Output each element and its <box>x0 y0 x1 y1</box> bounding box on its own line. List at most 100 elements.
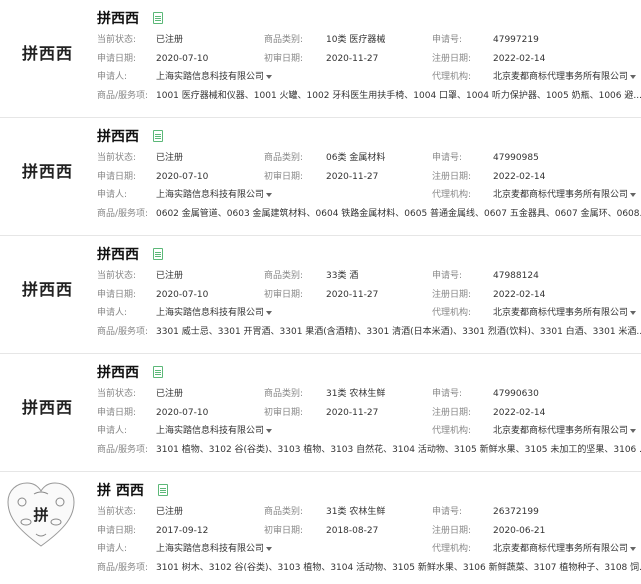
agency-label: 代理机构: <box>432 308 472 318</box>
heart-logo-icon: 拼 <box>7 482 75 547</box>
trademark-logo: 拼西西 <box>22 44 74 63</box>
applicant-value: 上海实踏信息科技有限公司 <box>156 426 265 436</box>
services-label: 商品/服务项: <box>97 91 149 101</box>
applicant-dropdown[interactable]: 上海实踏信息科技有限公司 <box>156 422 273 440</box>
agency-dropdown[interactable]: 北京麦都商标代理事务所有限公司 <box>493 540 637 558</box>
caret-down-icon <box>266 310 273 315</box>
caret-down-icon <box>630 546 637 551</box>
document-icon[interactable] <box>153 366 163 378</box>
status-value: 已注册 <box>156 507 184 517</box>
caret-down-icon <box>630 192 637 197</box>
heart-logo-text: 拼 <box>33 506 48 524</box>
prelim-date-label: 初审日期: <box>264 290 304 300</box>
agency-dropdown[interactable]: 北京麦都商标代理事务所有限公司 <box>493 304 637 322</box>
agency-value: 北京麦都商标代理事务所有限公司 <box>493 72 629 82</box>
reg-no-label: 申请号: <box>432 271 463 281</box>
reg-no-value: 47990985 <box>493 153 539 163</box>
applicant-value: 上海实踏信息科技有限公司 <box>156 308 265 318</box>
title-row: 拼西西 <box>97 362 163 382</box>
trademark-card[interactable]: 拼 拼 西西 当前状态: 已注册 商品类别: 31类 农林生鲜 申请号: 263… <box>0 472 641 584</box>
reg-date-value: 2022-02-14 <box>493 408 546 418</box>
caret-down-icon <box>266 546 273 551</box>
applicant-value: 上海实踏信息科技有限公司 <box>156 72 265 82</box>
apply-date-value: 2020-07-10 <box>156 172 209 182</box>
category-value: 31类 农林生鲜 <box>326 507 386 517</box>
document-icon[interactable] <box>153 130 163 142</box>
category-value: 33类 酒 <box>326 271 359 281</box>
reg-date-label: 注册日期: <box>432 526 472 536</box>
prelim-date-label: 初审日期: <box>264 172 304 182</box>
applicant-label: 申请人: <box>97 190 128 200</box>
title-row: 拼西西 <box>97 126 163 146</box>
apply-date-label: 申请日期: <box>97 526 137 536</box>
apply-date-label: 申请日期: <box>97 290 137 300</box>
applicant-label: 申请人: <box>97 544 128 554</box>
trademark-logo: 拼西西 <box>22 280 74 299</box>
category-label: 商品类别: <box>264 389 304 399</box>
agency-label: 代理机构: <box>432 72 472 82</box>
prelim-date-value: 2020-11-27 <box>326 172 379 182</box>
apply-date-value: 2017-09-12 <box>156 526 209 536</box>
agency-label: 代理机构: <box>432 426 472 436</box>
prelim-date-value: 2020-11-27 <box>326 54 379 64</box>
category-label: 商品类别: <box>264 271 304 281</box>
reg-no-label: 申请号: <box>432 35 463 45</box>
reg-date-label: 注册日期: <box>432 54 472 64</box>
reg-no-value: 47988124 <box>493 271 539 281</box>
services-value: 3101 树木、3102 谷(谷类)、3103 植物、3104 活动物、3105… <box>156 563 641 573</box>
prelim-date-value: 2020-11-27 <box>326 408 379 418</box>
applicant-value: 上海实踏信息科技有限公司 <box>156 544 265 554</box>
caret-down-icon <box>266 192 273 197</box>
reg-date-value: 2022-02-14 <box>493 290 546 300</box>
apply-date-label: 申请日期: <box>97 54 137 64</box>
document-icon[interactable] <box>153 248 163 260</box>
agency-value: 北京麦都商标代理事务所有限公司 <box>493 308 629 318</box>
applicant-dropdown[interactable]: 上海实踏信息科技有限公司 <box>156 186 273 204</box>
reg-date-label: 注册日期: <box>432 172 472 182</box>
services-label: 商品/服务项: <box>97 563 149 573</box>
trademark-card[interactable]: 拼西西 拼西西 当前状态: 已注册 商品类别: 33类 酒 申请号: 47988… <box>0 236 641 354</box>
status-label: 当前状态: <box>97 389 137 399</box>
apply-date-value: 2020-07-10 <box>156 54 209 64</box>
reg-no-label: 申请号: <box>432 507 463 517</box>
services-label: 商品/服务项: <box>97 445 149 455</box>
category-label: 商品类别: <box>264 35 304 45</box>
agency-dropdown[interactable]: 北京麦都商标代理事务所有限公司 <box>493 68 637 86</box>
trademark-logo: 拼西西 <box>22 162 74 181</box>
trademark-card[interactable]: 拼西西 拼西西 当前状态: 已注册 商品类别: 31类 农林生鲜 申请号: 47… <box>0 354 641 472</box>
caret-down-icon <box>630 428 637 433</box>
trademark-title[interactable]: 拼西西 <box>97 362 139 382</box>
reg-date-value: 2022-02-14 <box>493 172 546 182</box>
agency-dropdown[interactable]: 北京麦都商标代理事务所有限公司 <box>493 422 637 440</box>
agency-value: 北京麦都商标代理事务所有限公司 <box>493 190 629 200</box>
applicant-dropdown[interactable]: 上海实踏信息科技有限公司 <box>156 68 273 86</box>
trademark-title[interactable]: 拼西西 <box>97 126 139 146</box>
document-icon[interactable] <box>157 484 168 496</box>
status-label: 当前状态: <box>97 271 137 281</box>
category-label: 商品类别: <box>264 507 304 517</box>
category-value: 31类 农林生鲜 <box>326 389 386 399</box>
agency-dropdown[interactable]: 北京麦都商标代理事务所有限公司 <box>493 186 637 204</box>
trademark-card[interactable]: 拼西西 拼西西 当前状态: 已注册 商品类别: 06类 金属材料 申请号: 47… <box>0 118 641 236</box>
prelim-date-label: 初审日期: <box>264 526 304 536</box>
applicant-dropdown[interactable]: 上海实踏信息科技有限公司 <box>156 304 273 322</box>
trademark-logo: 拼西西 <box>22 398 74 417</box>
agency-label: 代理机构: <box>432 544 472 554</box>
trademark-card[interactable]: 拼西西 拼西西 当前状态: 已注册 商品类别: 10类 医疗器械 申请号: 47… <box>0 0 641 118</box>
trademark-title[interactable]: 拼西西 <box>97 8 139 28</box>
prelim-date-label: 初审日期: <box>264 408 304 418</box>
applicant-dropdown[interactable]: 上海实踏信息科技有限公司 <box>156 540 273 558</box>
agency-label: 代理机构: <box>432 190 472 200</box>
trademark-title[interactable]: 拼西西 <box>97 244 139 264</box>
document-icon[interactable] <box>153 12 163 24</box>
services-label: 商品/服务项: <box>97 209 149 219</box>
title-row: 拼西西 <box>97 244 163 264</box>
services-value: 3301 威士忌、3301 开胃酒、3301 果酒(含酒精)、3301 清酒(日… <box>156 327 641 337</box>
caret-down-icon <box>630 74 637 79</box>
applicant-label: 申请人: <box>97 72 128 82</box>
status-value: 已注册 <box>156 389 184 399</box>
agency-value: 北京麦都商标代理事务所有限公司 <box>493 426 629 436</box>
trademark-title[interactable]: 拼 西西 <box>97 480 144 500</box>
status-label: 当前状态: <box>97 153 137 163</box>
status-label: 当前状态: <box>97 35 137 45</box>
